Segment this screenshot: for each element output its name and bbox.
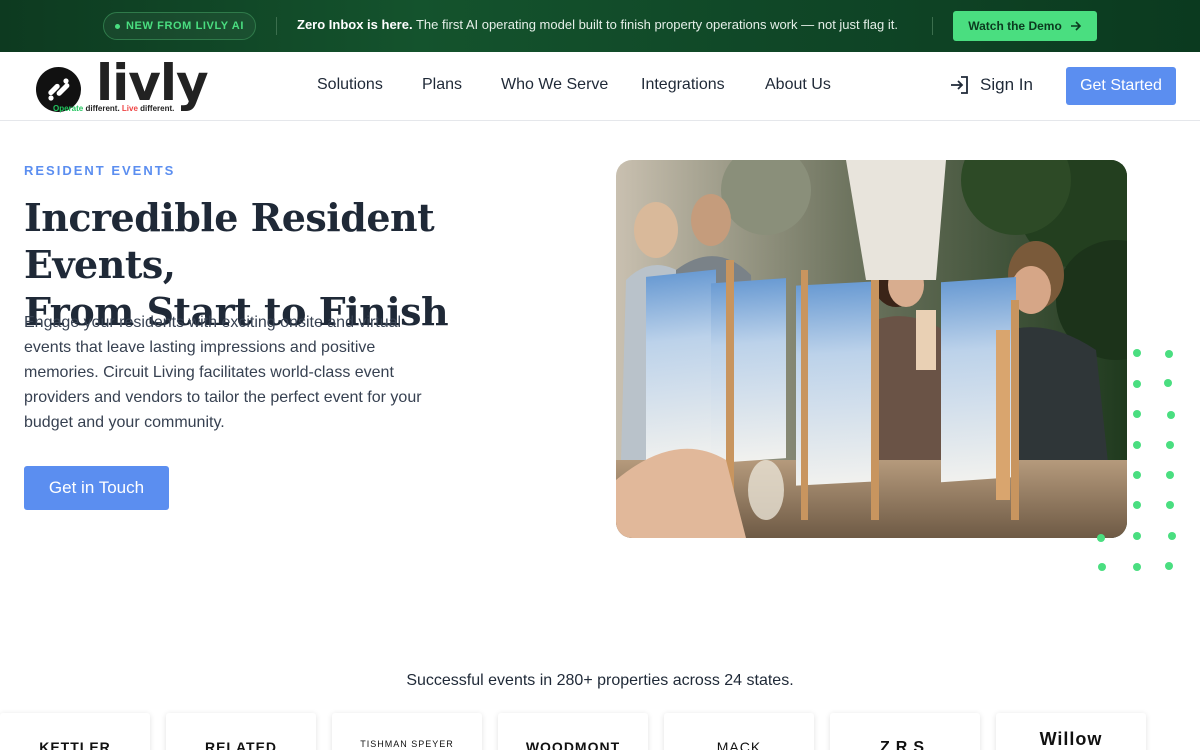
title-line-1: Incredible Resident Events,	[24, 195, 435, 287]
new-from-livly-badge: NEW FROM LIVLY AI	[103, 12, 256, 40]
sign-in-label: Sign In	[980, 75, 1033, 94]
sign-in-icon	[951, 76, 968, 94]
sign-in-link[interactable]: Sign In	[950, 75, 1033, 95]
announcement-text: The first AI operating model built to fi…	[415, 17, 898, 32]
watch-demo-button[interactable]: Watch the Demo	[953, 11, 1097, 41]
stats-text: Successful events in 280+ properties acr…	[406, 672, 794, 689]
tagline-different-2: different.	[137, 104, 175, 113]
partner-logo-zrs: ZRS	[830, 713, 980, 750]
partner-logos: KETTLER RELATED TISHMAN SPEYER WOODMONT …	[0, 713, 1200, 750]
tagline-operate: Operate	[53, 104, 84, 113]
hero-event-photo	[616, 160, 1127, 538]
announcement-message: Zero Inbox is here. The first AI operati…	[297, 17, 898, 32]
partner-name: RELATED	[204, 739, 278, 750]
announcement-headline: Zero Inbox is here.	[297, 17, 413, 32]
nav-item-plans[interactable]: Plans	[422, 76, 462, 94]
decorative-dots	[1097, 349, 1176, 571]
partner-name: Willow	[1039, 729, 1103, 749]
nav-item-about-us[interactable]: About Us	[765, 76, 831, 94]
section-eyebrow: RESIDENT EVENTS	[24, 163, 176, 178]
hero-description: Engage your residents with exciting onsi…	[24, 314, 422, 431]
partner-name: KETTLER	[39, 739, 111, 750]
partner-logo-willow: Willow	[996, 713, 1146, 750]
partner-logo-kettler: KETTLER	[0, 713, 150, 750]
get-in-touch-button[interactable]: Get in Touch	[24, 466, 169, 510]
announcement-bar: NEW FROM LIVLY AI Zero Inbox is here. Th…	[0, 0, 1200, 52]
partner-name: WOODMONT	[525, 739, 621, 750]
nav-item-integrations[interactable]: Integrations	[641, 76, 725, 94]
tagline-different-1: different.	[83, 104, 122, 113]
logo-tagline: Operate different. Live different.	[53, 104, 174, 113]
partner-name: TISHMAN SPEYER	[360, 739, 454, 749]
partner-name: ZRS	[880, 739, 930, 750]
tagline-live: Live	[121, 104, 138, 113]
main-navigation: livly Operate different. Live different.…	[0, 52, 1200, 121]
divider	[932, 17, 933, 35]
partner-name: MACK	[716, 739, 762, 750]
livly-logo[interactable]: livly Operate different. Live different.	[36, 54, 209, 116]
arrow-right-icon	[1070, 21, 1081, 31]
divider	[276, 17, 277, 35]
partner-logo-tishman-speyer: TISHMAN SPEYER	[332, 713, 482, 750]
nav-item-solutions[interactable]: Solutions	[317, 76, 383, 94]
nav-item-who-we-serve[interactable]: Who We Serve	[501, 76, 608, 94]
partner-logo-mack: MACK	[664, 713, 814, 750]
status-dot-icon	[115, 23, 121, 29]
get-started-button[interactable]: Get Started	[1066, 67, 1176, 105]
partner-logo-related: RELATED	[166, 713, 316, 750]
watch-demo-label: Watch the Demo	[968, 19, 1062, 33]
badge-label: NEW FROM LIVLY AI	[126, 20, 244, 32]
partner-logo-woodmont: WOODMONT	[498, 713, 648, 750]
